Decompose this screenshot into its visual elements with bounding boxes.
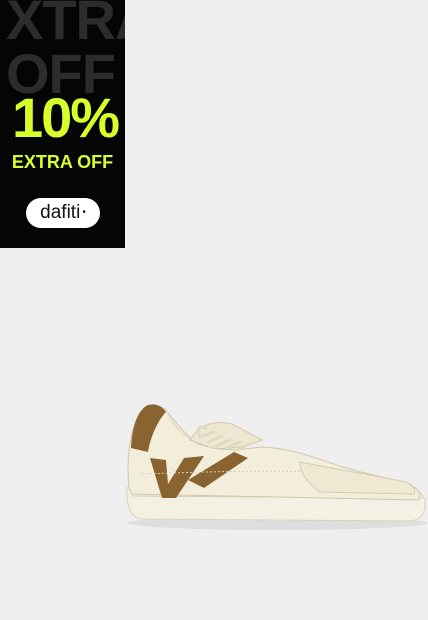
brand-dot: •	[82, 206, 86, 218]
brand-name: dafiti	[40, 202, 81, 223]
toe-overlay	[299, 461, 416, 495]
discount-percent: 10%	[11, 86, 120, 149]
product-image-page: XTRA OFF 10% EXTRA OFF dafiti•	[0, 0, 428, 620]
promo-badge[interactable]: XTRA OFF 10% EXTRA OFF dafiti•	[0, 0, 125, 248]
promo-ghost-text-1: XTRA	[6, 0, 125, 51]
brand-logo: dafiti •	[26, 198, 100, 228]
extra-off-label: EXTRA OFF	[11, 152, 114, 172]
